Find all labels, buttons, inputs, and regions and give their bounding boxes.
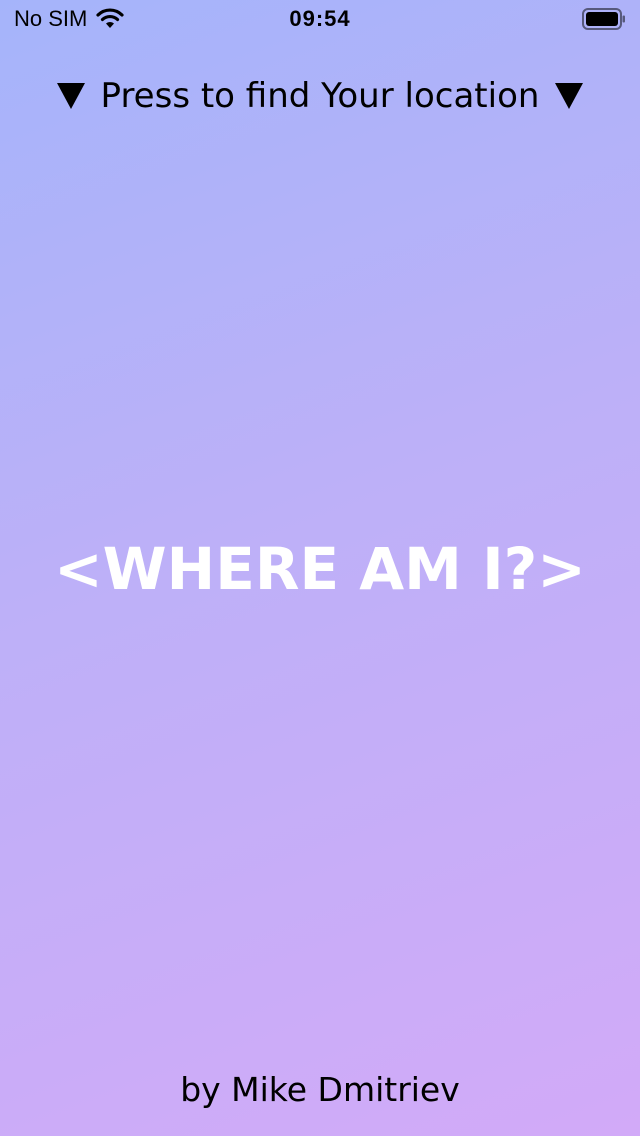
find-location-label: Press to find Your location — [100, 76, 540, 116]
find-location-button[interactable]: Press to find Your location — [0, 66, 640, 126]
app-title: <WHERE AM I?> — [54, 535, 586, 603]
triangle-down-icon — [555, 83, 584, 109]
status-time: 09:54 — [289, 6, 351, 31]
battery-icon — [582, 8, 626, 30]
author-credit: by Mike Dmitriev — [180, 1070, 460, 1109]
status-bar: No SIM 09:54 — [0, 0, 640, 40]
triangle-down-icon — [56, 83, 85, 109]
